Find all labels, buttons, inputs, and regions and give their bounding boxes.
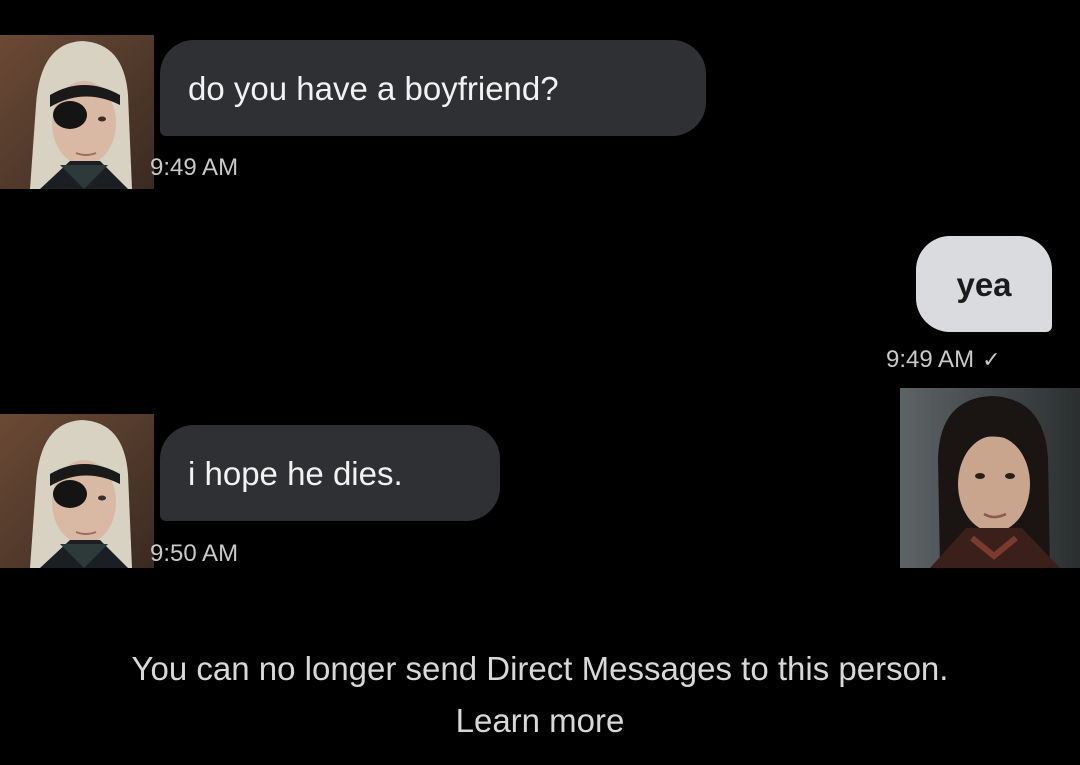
message-timestamp-row: 9:49 AM ✓	[886, 346, 1001, 374]
avatar-eyepatch-man-icon	[0, 414, 154, 568]
message-text: i hope he dies.	[188, 454, 403, 492]
sender-avatar[interactable]	[0, 35, 154, 189]
learn-more-link[interactable]: Learn more	[0, 702, 1080, 740]
avatar-eyepatch-man-icon	[0, 35, 154, 189]
message-bubble-outgoing[interactable]: yea	[916, 236, 1052, 332]
message-timestamp: 9:49 AM	[886, 346, 975, 373]
message-timestamp: 9:50 AM	[150, 540, 239, 567]
message-bubble-incoming[interactable]: i hope he dies.	[160, 425, 500, 521]
recipient-avatar[interactable]	[900, 388, 1080, 568]
avatar-dark-haired-man-icon	[900, 388, 1080, 568]
message-text: yea	[956, 265, 1012, 303]
message-timestamp: 9:49 AM	[150, 154, 239, 181]
sender-avatar[interactable]	[0, 414, 154, 568]
message-text: do you have a boyfriend?	[188, 69, 559, 107]
dm-restricted-notice: You can no longer send Direct Messages t…	[131, 650, 949, 687]
checkmark-icon: ✓	[982, 347, 1001, 372]
message-bubble-incoming[interactable]: do you have a boyfriend?	[160, 40, 706, 136]
